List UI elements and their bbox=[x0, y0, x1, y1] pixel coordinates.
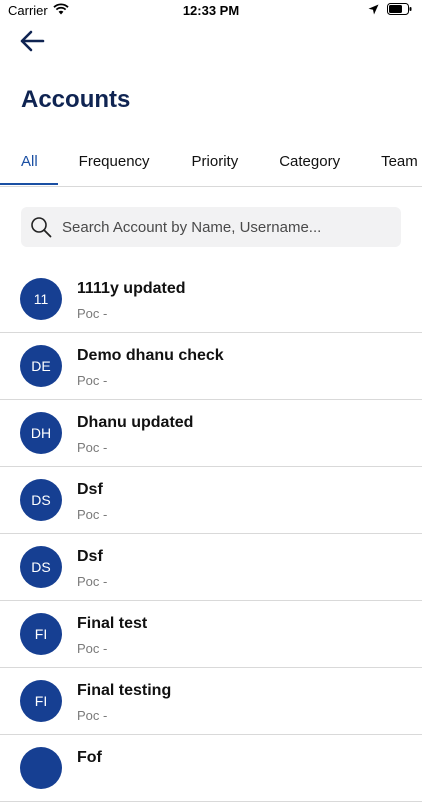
tab-priority[interactable]: Priority bbox=[192, 140, 239, 186]
account-name: Demo dhanu check bbox=[77, 347, 224, 364]
avatar: FI bbox=[20, 680, 62, 722]
search-bar bbox=[21, 207, 401, 247]
avatar: DE bbox=[20, 345, 62, 387]
page-title: Accounts bbox=[21, 86, 131, 113]
back-button[interactable] bbox=[16, 28, 48, 58]
list-item[interactable]: DE Demo dhanu check Poc - bbox=[0, 333, 422, 400]
account-name: Dsf bbox=[77, 548, 103, 565]
account-poc: Poc - bbox=[77, 708, 108, 723]
list-item[interactable]: Fof bbox=[0, 735, 422, 802]
list-item[interactable]: DS Dsf Poc - bbox=[0, 534, 422, 601]
account-poc: Poc - bbox=[77, 641, 108, 656]
status-right bbox=[368, 3, 412, 18]
tab-team[interactable]: Team bbox=[381, 140, 418, 186]
account-list: 11 1111y updated Poc - DE Demo dhanu che… bbox=[0, 266, 422, 802]
account-name: 1111y updated bbox=[77, 280, 186, 297]
account-name: Final testing bbox=[77, 682, 172, 699]
tab-all[interactable]: All bbox=[21, 140, 38, 186]
status-bar: Carrier 12:33 PM bbox=[0, 0, 422, 22]
avatar: 11 bbox=[20, 278, 62, 320]
list-item[interactable]: DS Dsf Poc - bbox=[0, 467, 422, 534]
tab-frequency[interactable]: Frequency bbox=[79, 140, 150, 186]
account-poc: Poc - bbox=[77, 507, 108, 522]
account-name: Dhanu updated bbox=[77, 414, 194, 431]
avatar: DH bbox=[20, 412, 62, 454]
battery-icon bbox=[387, 3, 412, 18]
account-poc: Poc - bbox=[77, 373, 108, 388]
tab-category[interactable]: Category bbox=[279, 140, 340, 186]
list-item[interactable]: FI Final test Poc - bbox=[0, 601, 422, 668]
account-poc: Poc - bbox=[77, 440, 108, 455]
avatar bbox=[20, 747, 62, 789]
account-name: Fof bbox=[77, 749, 102, 766]
account-poc: Poc - bbox=[77, 574, 108, 589]
search-input[interactable] bbox=[60, 217, 384, 237]
status-time: 12:33 PM bbox=[182, 3, 240, 18]
list-item[interactable]: FI Final testing Poc - bbox=[0, 668, 422, 735]
active-tab-indicator bbox=[0, 183, 58, 185]
list-item[interactable]: DH Dhanu updated Poc - bbox=[0, 400, 422, 467]
account-poc: Poc - bbox=[77, 306, 108, 321]
account-name: Dsf bbox=[77, 481, 103, 498]
location-arrow-icon bbox=[368, 3, 379, 18]
list-item[interactable]: 11 1111y updated Poc - bbox=[0, 266, 422, 333]
avatar: DS bbox=[20, 479, 62, 521]
search-icon bbox=[30, 216, 52, 238]
avatar: FI bbox=[20, 613, 62, 655]
avatar: DS bbox=[20, 546, 62, 588]
filter-tabs: All Frequency Priority Category Team bbox=[0, 140, 422, 187]
arrow-left-icon bbox=[19, 30, 45, 57]
account-name: Final test bbox=[77, 615, 148, 632]
